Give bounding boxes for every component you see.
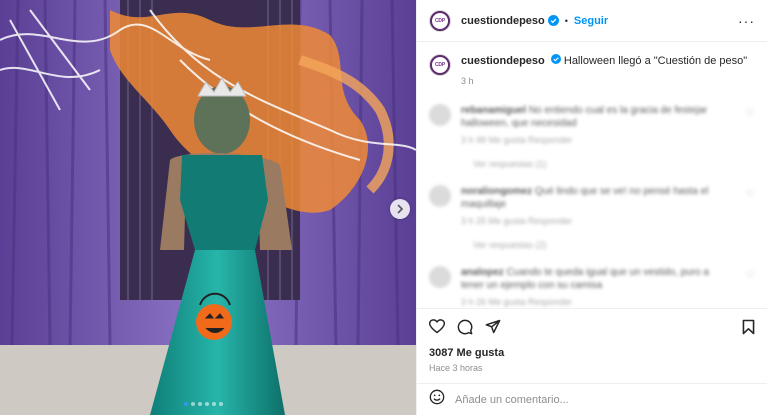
- avatar-inner: CDP: [432, 57, 448, 73]
- caption-text: Halloween llegó a "Cuestión de peso": [563, 55, 748, 67]
- carousel-dot: [205, 402, 209, 406]
- verified-badge-icon: [547, 15, 559, 26]
- comment-icon[interactable]: [457, 319, 473, 335]
- carousel-dot: [219, 402, 223, 406]
- avatar[interactable]: [429, 266, 451, 288]
- comment-username[interactable]: rebanamiguel: [461, 105, 526, 116]
- comment-input[interactable]: [455, 393, 675, 406]
- chevron-right-icon: [397, 204, 404, 214]
- header-username[interactable]: cuestiondepeso: [461, 15, 545, 27]
- comment-item: rebanamiguel No entiendo cual es la grac…: [429, 104, 755, 147]
- post-photo[interactable]: [0, 0, 416, 415]
- comment-body: rebanamiguel No entiendo cual es la grac…: [461, 104, 731, 147]
- caption-time: 3 h: [461, 76, 474, 86]
- view-replies-button[interactable]: Ver respuestas (1): [473, 159, 755, 169]
- comment-username[interactable]: noraliongomez: [461, 186, 532, 197]
- comment-item: analopez Cuando te queda igual que un ve…: [429, 266, 755, 308]
- caption: CDP cuestiondepeso Halloween llegó a "Cu…: [429, 54, 755, 88]
- halloween-photo-illustration: [0, 0, 416, 415]
- comment-username[interactable]: analopez: [461, 267, 504, 278]
- save-icon[interactable]: [742, 319, 755, 335]
- post-header: CDP cuestiondepeso • Seguir ···: [417, 0, 767, 42]
- comment-heart-icon[interactable]: ♡: [746, 270, 755, 308]
- carousel-next-button[interactable]: [390, 199, 410, 219]
- emoji-icon[interactable]: [429, 389, 445, 410]
- share-icon[interactable]: [485, 319, 501, 334]
- likes-count[interactable]: 3087 Me gusta: [417, 347, 767, 359]
- avatar-logo-text: CDP: [435, 62, 445, 68]
- comments-section[interactable]: CDP cuestiondepeso Halloween llegó a "Cu…: [417, 42, 767, 308]
- comment-meta: 3 h 48 Me gusta Responder: [461, 135, 573, 145]
- avatar-logo-text: CDP: [435, 17, 445, 24]
- post-timestamp: Hace 3 horas: [429, 363, 483, 373]
- comment-body: analopez Cuando te queda igual que un ve…: [461, 266, 731, 308]
- post-side-panel: CDP cuestiondepeso • Seguir ··· CDP cues…: [416, 0, 767, 415]
- avatar-inner: CDP: [432, 12, 448, 29]
- carousel-dot: [184, 402, 188, 406]
- caption-username[interactable]: cuestiondepeso: [461, 55, 545, 67]
- header-separator: •: [564, 15, 568, 26]
- carousel-dot: [212, 402, 216, 406]
- carousel-indicator: [184, 402, 223, 406]
- carousel-dot: [191, 402, 195, 406]
- comment-item: noraliongomez Qué lindo que se ve! no pe…: [429, 185, 755, 228]
- avatar[interactable]: CDP: [429, 54, 451, 76]
- avatar[interactable]: [429, 104, 451, 126]
- carousel-dot: [198, 402, 202, 406]
- heart-icon[interactable]: [429, 319, 445, 334]
- comment-meta: 3 h 25 Me gusta Responder: [461, 216, 573, 226]
- view-replies-button[interactable]: Ver respuestas (2): [473, 240, 755, 250]
- more-options-icon[interactable]: ···: [738, 13, 755, 29]
- avatar[interactable]: [429, 185, 451, 207]
- follow-button[interactable]: Seguir: [574, 15, 608, 27]
- comment-heart-icon[interactable]: ♡: [746, 189, 755, 228]
- verified-badge-icon: [550, 54, 561, 64]
- action-bar: [417, 308, 767, 344]
- comment-meta: 3 h 26 Me gusta Responder: [461, 297, 573, 307]
- avatar[interactable]: CDP: [429, 9, 451, 32]
- caption-line: cuestiondepeso Halloween llegó a "Cuesti…: [461, 54, 747, 68]
- comment-body: noraliongomez Qué lindo que se ve! no pe…: [461, 185, 731, 228]
- add-comment-bar: [417, 383, 767, 415]
- caption-body: cuestiondepeso Halloween llegó a "Cuesti…: [461, 54, 747, 88]
- comment-heart-icon[interactable]: ♡: [746, 108, 755, 147]
